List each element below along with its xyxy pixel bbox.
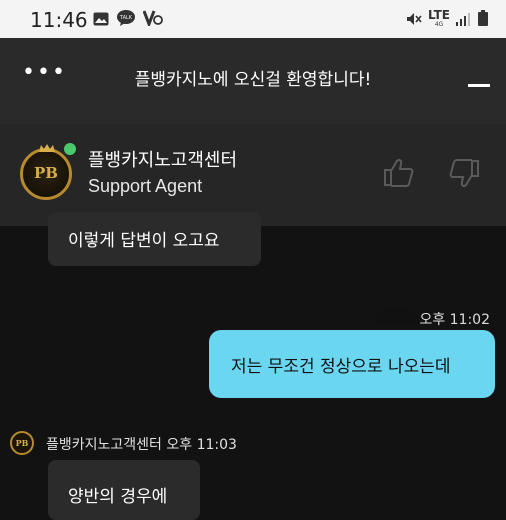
signal-icon [456, 11, 472, 30]
thumbs-up-icon[interactable] [383, 158, 415, 192]
v3-icon [142, 10, 163, 30]
status-time: 11:46 [30, 8, 88, 32]
agent-name: 플뱅카지노고객센터 [88, 150, 238, 171]
agent-message-bubble-2: 양반의 경우에 [48, 460, 200, 520]
status-icons-left: TALK [93, 10, 163, 30]
svg-text:TALK: TALK [119, 15, 133, 21]
agent-role: Support Agent [88, 176, 203, 196]
chat-header: ••• 플뱅카지노에 오신걸 환영합니다! [0, 38, 506, 124]
sender-line: 플뱅카지노고객센터 오후 11:03 [46, 437, 237, 453]
online-status-dot [64, 143, 76, 155]
user-time-text: 오후 11:02 [419, 312, 490, 328]
status-icons-right: LTE 4G [406, 9, 488, 30]
thumbs-down-icon[interactable] [448, 158, 480, 192]
status-bar: 11:46 TALK LTE 4G [0, 0, 506, 38]
crown-icon [39, 144, 55, 152]
talk-icon: TALK [117, 10, 135, 30]
agent-avatar: PB [20, 144, 72, 200]
battery-icon [478, 10, 488, 30]
agent-mini-avatar: PB [10, 431, 34, 455]
user-message-time: xxxxx오후 11:02 [378, 309, 490, 329]
mute-icon [406, 11, 422, 30]
header-title: 플뱅카지노에 오신걸 환영합니다! [134, 70, 372, 90]
minimize-button[interactable] [468, 84, 490, 87]
agent-message-bubble: 이렇게 답변이 오고요 [48, 212, 261, 266]
network-type: LTE 4G [428, 9, 450, 30]
gallery-icon [93, 11, 109, 30]
avatar-logo-text: PB [34, 164, 58, 182]
user-message-bubble: 저는 무조건 정상으로 나오는데 [209, 330, 495, 398]
agent-bar: PB 플뱅카지노고객센터 Support Agent [0, 124, 506, 226]
